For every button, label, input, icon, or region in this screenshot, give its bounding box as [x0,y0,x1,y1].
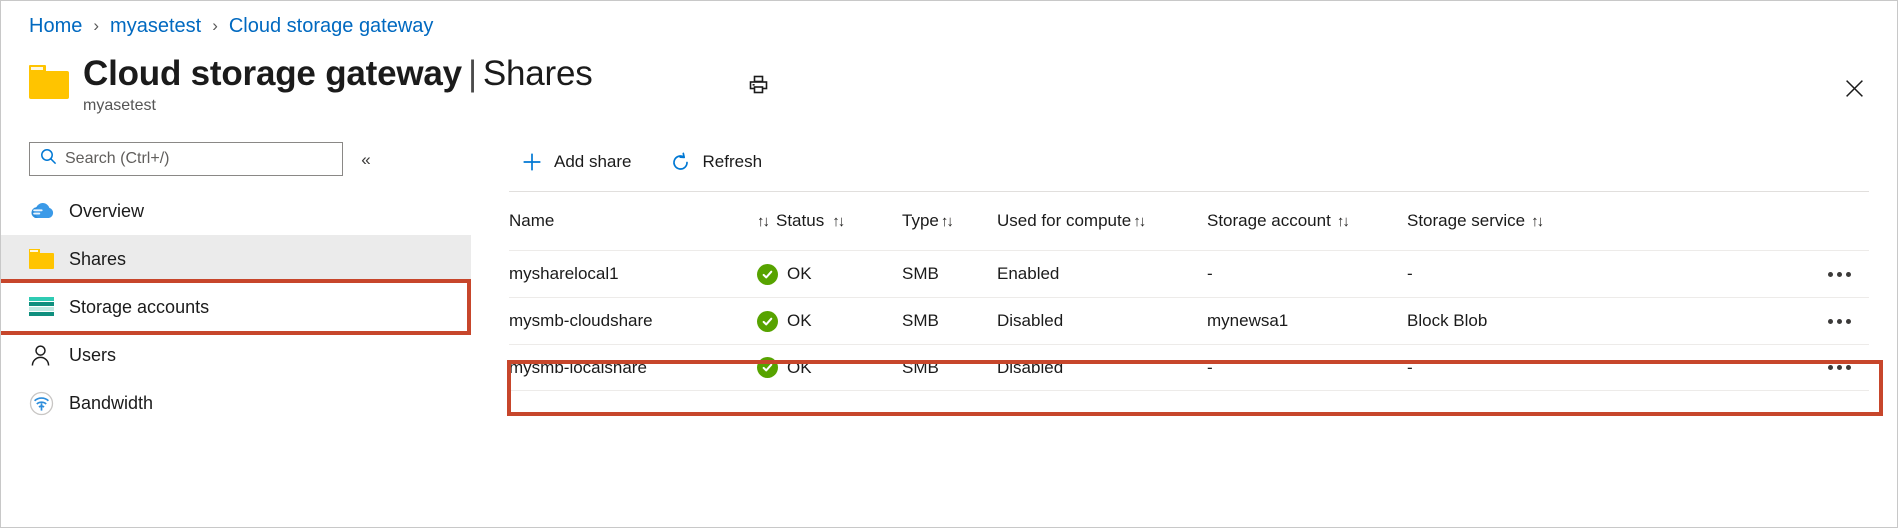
sort-icon[interactable]: ↑↓ [757,213,768,230]
breadcrumb-item-myasetest[interactable]: myasetest [110,15,201,38]
storage-accounts-icon [29,295,55,319]
cell-type: SMB [902,311,997,331]
sort-icon[interactable]: ↑↓ [1337,213,1348,230]
cell-name: mysmb-localshare [509,358,757,378]
sidebar-item-bandwidth[interactable]: Bandwidth [1,379,471,427]
column-header-status[interactable]: ↑↓ Status ↑↓ [757,211,902,231]
sidebar-item-label: Storage accounts [69,297,209,318]
shares-table: Name ↑↓ Status ↑↓ Type ↑↓ Used for compu… [509,192,1869,391]
column-header-label: Type [902,211,939,231]
more-options-icon[interactable] [1820,266,1859,283]
more-options-icon[interactable] [1820,359,1859,376]
sidebar-item-storage-accounts[interactable]: Storage accounts [1,283,471,331]
cell-storage-account: - [1207,358,1407,378]
cell-type: SMB [902,264,997,284]
success-check-icon [757,264,778,285]
cell-name: mysharelocal1 [509,264,757,284]
page-title-pipe: | [468,54,477,93]
refresh-label: Refresh [703,152,763,172]
page-subtitle: myasetest [83,97,156,115]
success-check-icon [757,357,778,378]
user-icon [29,343,55,367]
column-header-type[interactable]: Type ↑↓ [902,211,997,231]
cell-status: OK [757,264,902,285]
cell-storage-service: - [1407,358,1602,378]
folder-icon [29,65,69,99]
sidebar-item-label: Bandwidth [69,393,153,414]
column-header-label: Storage account [1207,211,1331,231]
cell-storage-service: Block Blob [1407,311,1602,331]
column-header-name[interactable]: Name [509,211,757,231]
cell-status: OK [757,311,902,332]
sidebar-item-label: Shares [69,249,126,270]
table-row[interactable]: mysharelocal1 OK SMB Enabled - - [509,250,1869,297]
page-title-sub: Shares [483,54,593,93]
breadcrumb-item-home[interactable]: Home [29,15,82,38]
refresh-button[interactable]: Refresh [658,144,775,180]
print-icon[interactable] [741,67,775,101]
column-header-label: Status [776,211,824,231]
page-title: Cloud storage gateway|Shares [83,53,593,95]
sidebar-item-overview[interactable]: Overview [1,187,471,235]
close-icon[interactable] [1837,71,1871,105]
cell-actions [1602,313,1869,330]
column-header-storage-service[interactable]: Storage service ↑↓ [1407,211,1602,231]
breadcrumb-separator: › [212,16,218,36]
column-header-storage-account[interactable]: Storage account ↑↓ [1207,211,1407,231]
sidebar-nav: Overview Shares Storage accounts [1,187,471,427]
sidebar-item-shares[interactable]: Shares [1,235,471,283]
cell-storage-service: - [1407,264,1602,284]
refresh-icon [670,151,692,173]
status-label: OK [787,358,812,378]
column-header-label: Storage service [1407,211,1525,231]
search-icon [40,148,57,170]
page-title-row: Cloud storage gateway|Shares [29,53,593,99]
cell-status: OK [757,357,902,378]
sort-icon[interactable]: ↑↓ [1531,213,1542,230]
sidebar-item-label: Overview [69,201,144,222]
breadcrumb: Home › myasetest › Cloud storage gateway [29,11,433,41]
cell-used-for-compute: Disabled [997,311,1207,331]
page-title-main: Cloud storage gateway [83,54,462,93]
status-label: OK [787,264,812,284]
search-box[interactable] [29,142,343,176]
sort-icon[interactable]: ↑↓ [832,213,843,230]
cell-storage-account: - [1207,264,1407,284]
cell-actions [1602,266,1869,283]
folder-icon [29,247,55,271]
cloud-icon [29,199,55,223]
cell-used-for-compute: Disabled [997,358,1207,378]
success-check-icon [757,311,778,332]
status-label: OK [787,311,812,331]
cell-name: mysmb-cloudshare [509,311,757,331]
add-share-label: Add share [554,152,632,172]
azure-portal-blade: Home › myasetest › Cloud storage gateway… [0,0,1898,528]
sort-icon[interactable]: ↑↓ [941,213,952,230]
table-header-row: Name ↑↓ Status ↑↓ Type ↑↓ Used for compu… [509,192,1869,250]
column-header-label: Used for compute [997,211,1131,231]
sidebar-item-label: Users [69,345,116,366]
column-header-used-for-compute[interactable]: Used for compute ↑↓ [997,211,1207,231]
cell-storage-account: mynewsa1 [1207,311,1407,331]
add-share-button[interactable]: Add share [509,144,644,180]
plus-icon [521,151,543,173]
cell-used-for-compute: Enabled [997,264,1207,284]
breadcrumb-item-cloud-storage-gateway[interactable]: Cloud storage gateway [229,15,434,38]
main-content: Add share Refresh Name ↑↓ [471,135,1897,527]
table-row[interactable]: mysmb-cloudshare OK SMB Disabled mynewsa… [509,297,1869,344]
column-header-label: Name [509,211,554,231]
sort-icon[interactable]: ↑↓ [1133,213,1144,230]
cell-type: SMB [902,358,997,378]
cell-actions [1602,359,1869,376]
sidebar: « Overview Shares [1,135,471,528]
search-input[interactable] [65,150,315,168]
table-row[interactable]: mysmb-localshare OK SMB Disabled - - [509,344,1869,391]
breadcrumb-separator: › [93,16,99,36]
chevron-double-left-icon[interactable]: « [353,147,379,173]
bandwidth-icon [29,391,55,415]
command-bar: Add share Refresh [471,135,788,189]
more-options-icon[interactable] [1820,313,1859,330]
sidebar-item-users[interactable]: Users [1,331,471,379]
